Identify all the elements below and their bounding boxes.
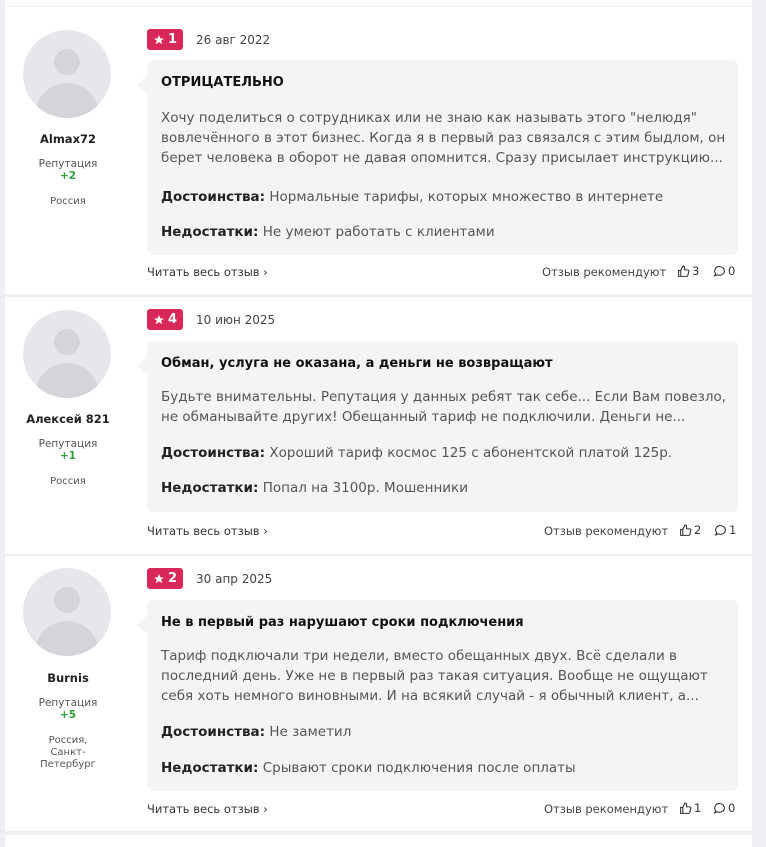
like-button[interactable]: 1	[679, 801, 701, 815]
like-button[interactable]: 2	[679, 523, 701, 537]
review-text: Будьте внимательны. Репутация у данных р…	[161, 389, 727, 425]
rating-value: 2	[167, 571, 178, 586]
disadvantages-label: Недостатки:	[161, 480, 259, 496]
username[interactable]: Almax72	[5, 132, 131, 146]
read-full-review-link[interactable]: Читать весь отзыв ›	[147, 524, 268, 538]
recommend-label: Отзыв рекомендуют	[542, 265, 667, 279]
reviews-list: Almax72 Репутация +2 Россия 1 26 авг 202…	[5, 0, 752, 847]
advantages: Достоинства: Нормальные тарифы, которых …	[161, 189, 663, 205]
review-title[interactable]: Обман, услуга не оказана, а деньги не во…	[161, 356, 553, 371]
advantages-label: Достоинства:	[161, 189, 266, 205]
read-full-review-link[interactable]: Читать весь отзыв ›	[147, 265, 268, 279]
comment-icon	[713, 265, 725, 277]
username[interactable]: Алексей 821	[5, 412, 131, 426]
review-card: Burnis Репутация +5 Россия, Санкт-Петерб…	[5, 556, 752, 831]
review-card: Almax72 Репутация +2 Россия 1 26 авг 202…	[5, 7, 752, 294]
disadvantages-text: Срывают сроки подключения после оплаты	[262, 760, 576, 776]
advantages-label: Достоинства:	[161, 445, 266, 461]
comments-count: 0	[728, 801, 736, 815]
advantages-text: Хороший тариф космос 125 с абонентской п…	[269, 445, 673, 461]
rating-badge: 1	[147, 29, 183, 50]
advantages: Достоинства: Хороший тариф космос 125 с …	[161, 445, 672, 461]
user-country: Россия, Санкт-Петербург	[40, 735, 96, 770]
disadvantages: Недостатки: Срывают сроки подключения по…	[161, 760, 576, 776]
star-icon	[153, 573, 164, 583]
avatar[interactable]	[23, 568, 111, 656]
disadvantages: Недостатки: Попал на 3100р. Мошенники	[161, 480, 468, 496]
chevron-right-icon: ›	[263, 524, 268, 538]
review-text: Хочу поделиться о сотрудниках или не зна…	[161, 110, 726, 166]
disadvantages-text: Не умеют работать с клиентами	[262, 224, 495, 240]
likes-count: 2	[694, 523, 702, 537]
advantages-label: Достоинства:	[161, 724, 266, 740]
recommend-label: Отзыв рекомендуют	[544, 802, 669, 816]
thumbs-up-icon	[680, 802, 692, 814]
review-date: 26 авг 2022	[196, 33, 271, 47]
previous-review-footer	[5, 0, 752, 6]
user-country: Россия	[50, 476, 86, 487]
comment-icon	[713, 802, 725, 814]
reputation-label: Репутация	[38, 158, 98, 170]
avatar[interactable]	[23, 310, 111, 398]
next-review-card	[5, 835, 752, 847]
rating-badge: 2	[147, 568, 183, 589]
recommend-label: Отзыв рекомендуют	[544, 524, 669, 538]
avatar[interactable]	[23, 30, 111, 118]
thumbs-up-icon	[678, 265, 690, 277]
comments-count: 0	[728, 264, 736, 278]
disadvantages-label: Недостатки:	[161, 224, 259, 240]
username[interactable]: Burnis	[5, 671, 131, 685]
advantages-text: Не заметил	[269, 724, 352, 740]
review-card: Алексей 821 Репутация +1 Россия 4 10 июн…	[5, 297, 752, 554]
advantages-text: Нормальные тарифы, которых множество в и…	[269, 189, 664, 205]
disadvantages-label: Недостатки:	[161, 760, 259, 776]
review-title[interactable]: ОТРИЦАТЕЛЬНО	[161, 75, 284, 90]
rating-value: 4	[167, 312, 178, 327]
rating-badge: 4	[147, 309, 183, 330]
comments-count: 1	[729, 523, 737, 537]
reputation-value: +5	[59, 709, 77, 721]
review-date: 10 июн 2025	[196, 313, 276, 327]
like-button[interactable]: 3	[677, 264, 699, 278]
likes-count: 1	[694, 801, 702, 815]
review-body: Обман, услуга не оказана, а деньги не во…	[137, 341, 738, 512]
reputation-value: +2	[59, 170, 77, 182]
advantages: Достоинства: Не заметил	[161, 724, 351, 740]
review-body: ОТРИЦАТЕЛЬНО Хочу поделиться о сотрудник…	[137, 60, 738, 255]
thumbs-up-icon	[680, 524, 692, 536]
reputation-label: Репутация	[38, 697, 98, 709]
review-title[interactable]: Не в первый раз нарушают сроки подключен…	[161, 615, 524, 630]
review-date: 30 апр 2025	[196, 572, 273, 586]
disadvantages: Недостатки: Не умеют работать с клиентам…	[161, 224, 495, 240]
comments-button[interactable]: 0	[713, 264, 735, 278]
comment-icon	[714, 524, 726, 536]
likes-count: 3	[692, 264, 700, 278]
star-icon	[153, 34, 164, 44]
comments-button[interactable]: 1	[714, 523, 736, 537]
star-icon	[153, 314, 164, 324]
reputation-value: +1	[59, 450, 77, 462]
read-full-review-link[interactable]: Читать весь отзыв ›	[147, 802, 268, 816]
comments-button[interactable]: 0	[713, 801, 735, 815]
user-country: Россия	[50, 196, 86, 207]
chevron-right-icon: ›	[263, 265, 268, 279]
review-body: Не в первый раз нарушают сроки подключен…	[137, 600, 738, 791]
reputation-label: Репутация	[38, 438, 98, 450]
chevron-right-icon: ›	[263, 802, 268, 816]
review-text: Тариф подключали три недели, вместо обещ…	[161, 648, 708, 704]
disadvantages-text: Попал на 3100р. Мошенники	[262, 480, 468, 496]
rating-value: 1	[167, 32, 178, 47]
